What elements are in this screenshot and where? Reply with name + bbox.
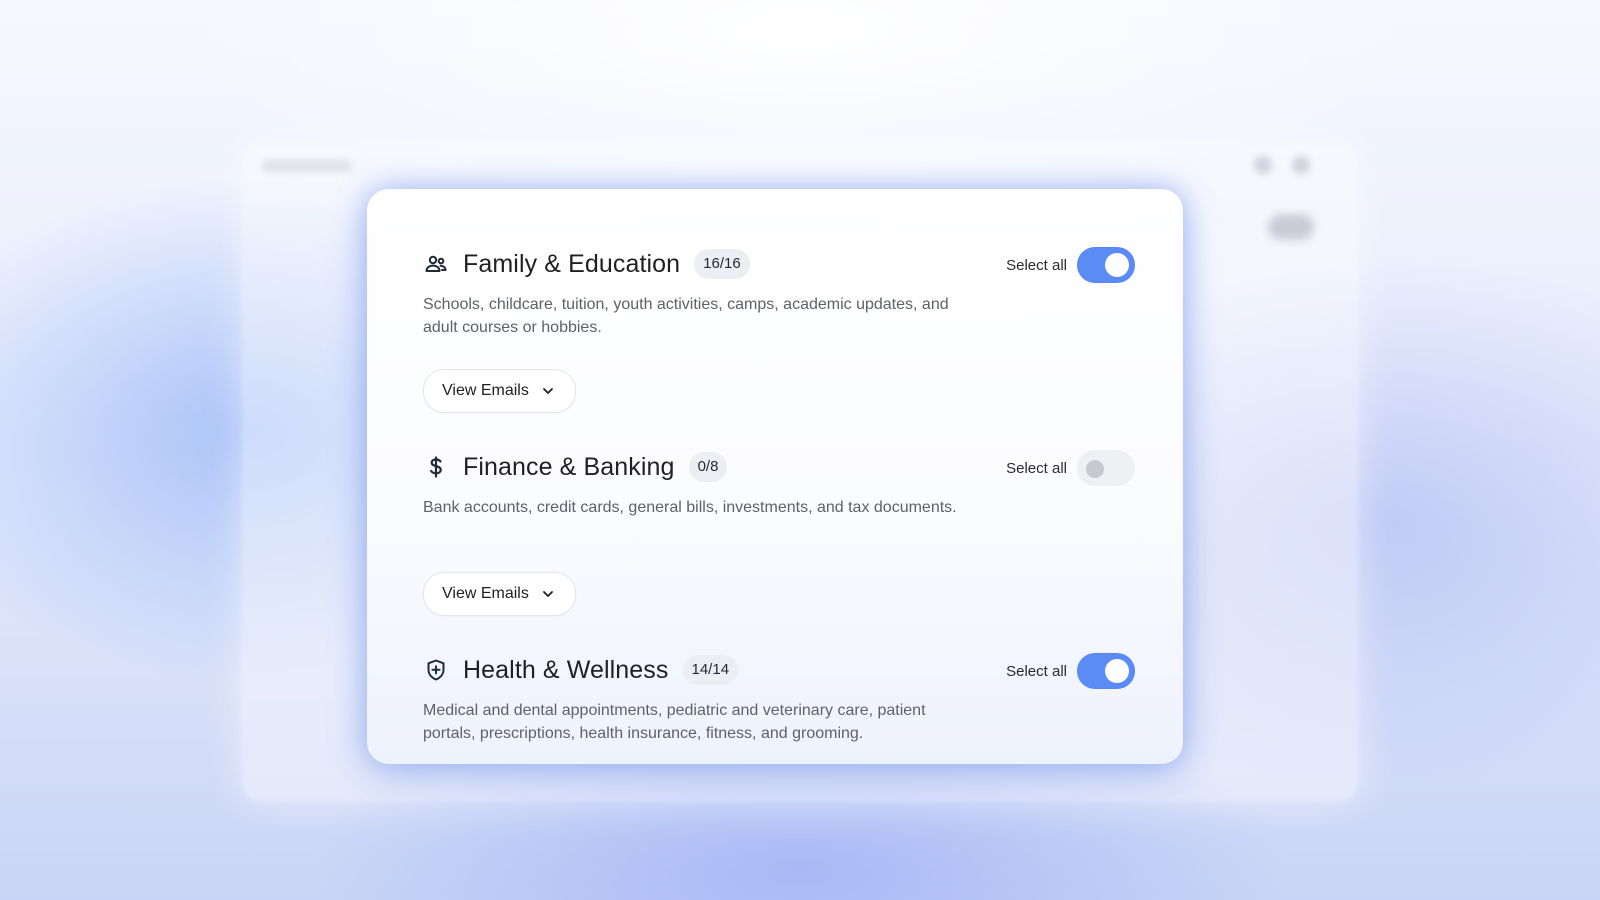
category-description: Schools, childcare, tuition, youth activ… [423, 296, 949, 336]
select-all-control: Select all [1006, 652, 1135, 690]
view-emails-button[interactable]: View Emails [423, 572, 576, 616]
category-card: Family & Education 16/16 Select all Scho… [367, 189, 1183, 764]
select-all-toggle[interactable] [1077, 450, 1135, 486]
select-all-label: Select all [1006, 256, 1067, 274]
blurred-button [1268, 214, 1314, 240]
dollar-icon [423, 454, 449, 480]
category-health-wellness: Health & Wellness 14/14 Select all Medic… [423, 652, 1135, 745]
family-icon [423, 251, 449, 277]
blurred-title [262, 160, 352, 172]
select-all-label: Select all [1006, 662, 1067, 680]
health-shield-icon [423, 657, 449, 683]
category-title: Family & Education [463, 249, 681, 278]
toggle-knob [1086, 460, 1104, 478]
category-description: Medical and dental appointments, pediatr… [423, 702, 926, 742]
blurred-icon [1292, 156, 1310, 174]
chevron-down-icon [541, 587, 555, 601]
view-emails-button[interactable]: View Emails [423, 369, 576, 413]
view-emails-label: View Emails [442, 585, 529, 602]
blurred-icon [1254, 156, 1272, 174]
category-family-education: Family & Education 16/16 Select all Scho… [423, 246, 1135, 413]
category-title: Finance & Banking [463, 452, 675, 481]
select-all-label: Select all [1006, 459, 1067, 477]
select-all-toggle[interactable] [1077, 653, 1135, 689]
view-emails-label: View Emails [442, 382, 529, 399]
category-description: Bank accounts, credit cards, general bil… [423, 499, 957, 516]
select-all-control: Select all [1006, 246, 1135, 284]
toggle-knob [1105, 253, 1129, 277]
count-badge: 14/14 [682, 655, 739, 685]
select-all-control: Select all [1006, 449, 1135, 487]
chevron-down-icon [541, 384, 555, 398]
toggle-knob [1105, 659, 1129, 683]
count-badge: 0/8 [688, 452, 728, 482]
category-finance-banking: Finance & Banking 0/8 Select all Bank ac… [423, 449, 1135, 616]
select-all-toggle[interactable] [1077, 247, 1135, 283]
category-title: Health & Wellness [463, 655, 669, 684]
count-badge: 16/16 [694, 249, 750, 279]
